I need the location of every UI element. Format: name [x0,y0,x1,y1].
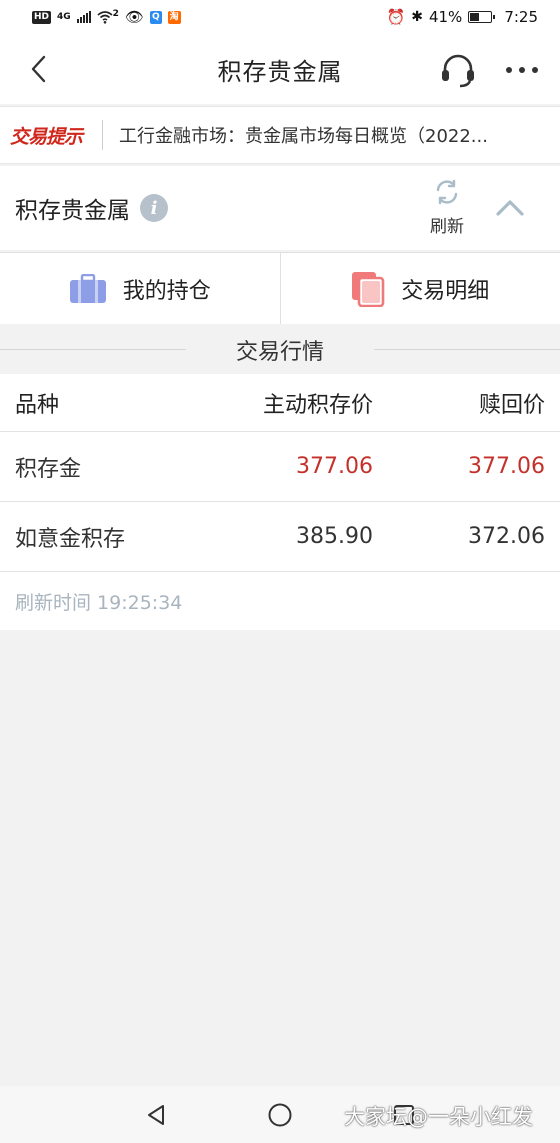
battery-percent: 41% [428,8,463,26]
table-row[interactable]: 积存金 377.06 377.06 [0,432,560,502]
redeem-price: 372.06 [468,524,545,549]
headset-icon [442,54,474,88]
buy-price: 385.90 [296,524,373,549]
briefcase-icon [69,273,106,303]
table-header-row: 品种 主动积存价 赎回价 [0,374,560,432]
product-name: 积存金 [15,456,82,482]
table-row[interactable]: 如意金积存 385.90 372.06 [0,502,560,572]
customer-service-button[interactable] [438,50,478,90]
status-icons-right: ⏰ ✱ 41% 7:25 [387,8,538,26]
search-app-icon: Q [149,10,162,24]
product-name: 如意金积存 [15,526,126,552]
status-bar: HD 4G 2 👁 Q 淘 ⏰ ✱ 41% 7:25 [0,0,560,34]
refresh-button[interactable]: 刷新 [420,172,474,242]
chevron-up-icon [496,200,524,216]
nav-home-button[interactable] [263,1098,297,1132]
eye-comfort-icon: 👁 [124,8,144,26]
watermark: 大家坛@一朵小红发 [344,1105,533,1129]
more-options-button[interactable] [502,56,542,84]
back-button[interactable] [24,54,54,84]
documents-icon [352,271,385,307]
section-header: 积存贵金属 i 刷新 [0,166,560,250]
network-type: 4G [57,11,71,22]
wifi-level: 2 [112,9,119,19]
buy-price: 377.06 [296,454,373,479]
my-holdings-label: 我的持仓 [122,278,211,304]
more-dots-icon [506,67,538,73]
refresh-label: 刷新 [430,216,464,237]
my-holdings-button[interactable]: 我的持仓 [0,253,280,324]
redeem-price: 377.06 [468,454,545,479]
notice-tag: 交易提示 [10,125,83,148]
hd-indicator: HD [32,10,52,24]
collapse-button[interactable] [490,188,530,228]
nav-back-button[interactable] [139,1098,173,1132]
chevron-left-icon [31,55,46,83]
refresh-icon [436,179,458,204]
triangle-back-icon [148,1104,164,1125]
column-header-buy-price: 主动积存价 [262,392,373,418]
market-section-divider: 交易行情 [0,326,560,374]
wifi-icon: 2 [97,10,119,24]
transaction-detail-label: 交易明细 [401,278,490,304]
page-title: 积存贵金属 [217,57,343,86]
divider-line-right [374,349,560,350]
section-title: 积存贵金属 [15,198,130,224]
alarm-icon: ⏰ [386,8,406,26]
market-table: 品种 主动积存价 赎回价 积存金 377.06 377.06 如意金积存 385… [0,374,560,630]
divider-line-left [0,349,186,350]
notice-text[interactable]: 工行金融市场：贵金属市场每日概览（2022... [103,122,543,148]
refresh-time: 刷新时间 19:25:34 [0,572,560,630]
status-icons-left: HD 4G 2 👁 Q 淘 [32,8,181,26]
battery-icon [468,11,496,23]
app-header: 积存贵金属 [0,34,560,104]
circle-home-icon [268,1103,292,1126]
column-header-redeem-price: 赎回价 [478,392,545,418]
quick-actions: 我的持仓 交易明细 [0,252,560,324]
market-title: 交易行情 [217,334,342,366]
transaction-detail-button[interactable]: 交易明细 [279,253,560,324]
trade-notice-bar[interactable]: 交易提示 工行金融市场：贵金属市场每日概览（2022... [0,106,560,164]
info-icon[interactable]: i [140,194,168,222]
clock: 7:25 [504,8,538,26]
taobao-app-icon: 淘 [167,10,181,24]
column-header-name: 品种 [15,392,60,418]
signal-icon [76,11,91,23]
bluetooth-icon: ✱ [411,9,423,25]
